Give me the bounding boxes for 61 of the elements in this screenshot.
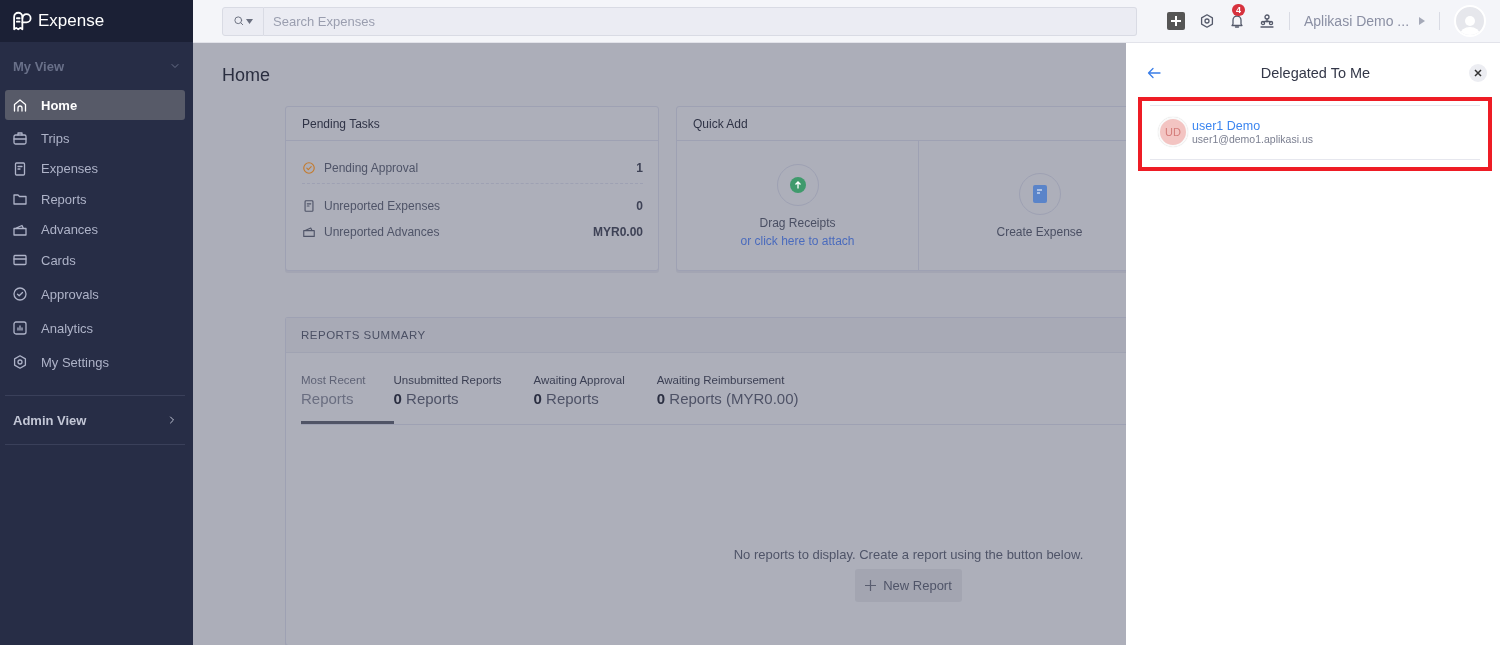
empty-message: No reports to display. Create a report using the button below. xyxy=(733,547,1084,562)
task-label[interactable]: Unreported Advances xyxy=(324,225,440,239)
upload-area[interactable]: Drag Receipts or click here to attach xyxy=(677,141,919,270)
sidebar-item[interactable]: Reports xyxy=(5,184,185,214)
card-title: Pending Tasks xyxy=(286,107,658,141)
card-icon xyxy=(12,252,28,268)
panel-title: Delegated To Me xyxy=(1260,65,1371,81)
create-expense-label: Create Expense xyxy=(996,224,1083,239)
settings-icon xyxy=(12,354,28,370)
home-icon xyxy=(12,97,28,113)
settings-icon xyxy=(1199,13,1215,29)
card-title: REPORTS SUMMARY xyxy=(286,318,1126,353)
receipt-logo-icon xyxy=(10,10,32,32)
back-arrow-icon xyxy=(1146,65,1162,81)
receipt-icon xyxy=(12,160,28,177)
sidebar-item[interactable]: Expenses xyxy=(5,153,185,184)
report-tab[interactable]: Unsubmitted Reports 0 Reports xyxy=(393,353,534,424)
close-icon xyxy=(1474,69,1482,77)
sidebar-item[interactable]: Trips xyxy=(5,123,185,153)
app-name: Expense xyxy=(38,11,105,31)
plus-icon xyxy=(1170,15,1182,27)
caret-icon xyxy=(246,18,253,24)
task-label[interactable]: Unreported Expenses xyxy=(324,199,441,213)
task-label[interactable]: Pending Approval xyxy=(324,161,419,175)
organization-icon xyxy=(1259,13,1275,29)
user-name: user1 Demo xyxy=(1192,119,1262,133)
sidebar-item[interactable]: Advances xyxy=(5,214,185,245)
report-tab[interactable]: Awaiting Reimbursement 0 Reports (MYR0.00) xyxy=(656,353,831,424)
caret-icon xyxy=(1419,17,1426,25)
wallet-icon xyxy=(302,225,316,239)
briefcase-icon xyxy=(12,130,28,146)
sidebar-item[interactable]: My Settings xyxy=(5,347,185,377)
search-scope-button[interactable] xyxy=(222,6,264,36)
sidebar-item[interactable]: Analytics xyxy=(5,313,185,343)
sidebar-item[interactable]: Approvals xyxy=(5,279,185,309)
add-button[interactable] xyxy=(1167,12,1185,30)
new-report-button[interactable]: New Report xyxy=(855,569,962,602)
notification-badge: 4 xyxy=(1232,4,1245,16)
task-count: 1 xyxy=(636,161,643,175)
search-field[interactable]: Search Expenses xyxy=(264,6,1137,36)
sidebar-item[interactable]: Cards xyxy=(5,245,185,275)
upload-icon xyxy=(789,176,806,193)
section-header[interactable]: Admin View xyxy=(5,395,185,445)
bell-icon xyxy=(1229,13,1245,29)
folder-icon xyxy=(12,191,28,207)
check-circle-icon xyxy=(12,286,28,302)
clock-check-icon xyxy=(302,161,316,175)
close-button[interactable] xyxy=(1469,64,1487,82)
plus-icon xyxy=(865,580,877,591)
search-icon xyxy=(233,15,245,27)
task-count: 0 xyxy=(636,199,643,213)
user-email: user1@demo1.aplikasi.us xyxy=(1192,133,1313,145)
chart-icon xyxy=(12,320,28,336)
task-count: MYR0.00 xyxy=(592,225,643,239)
upload-label: Drag Receipts xyxy=(759,215,836,230)
receipt-icon xyxy=(1031,184,1048,203)
receipt-icon xyxy=(302,199,316,213)
report-tab[interactable]: Awaiting Approval 0 Reports xyxy=(533,353,657,424)
sidebar-item[interactable]: Home xyxy=(5,90,185,120)
page-title: Home xyxy=(222,64,271,87)
user-avatar: UD xyxy=(1158,117,1188,147)
